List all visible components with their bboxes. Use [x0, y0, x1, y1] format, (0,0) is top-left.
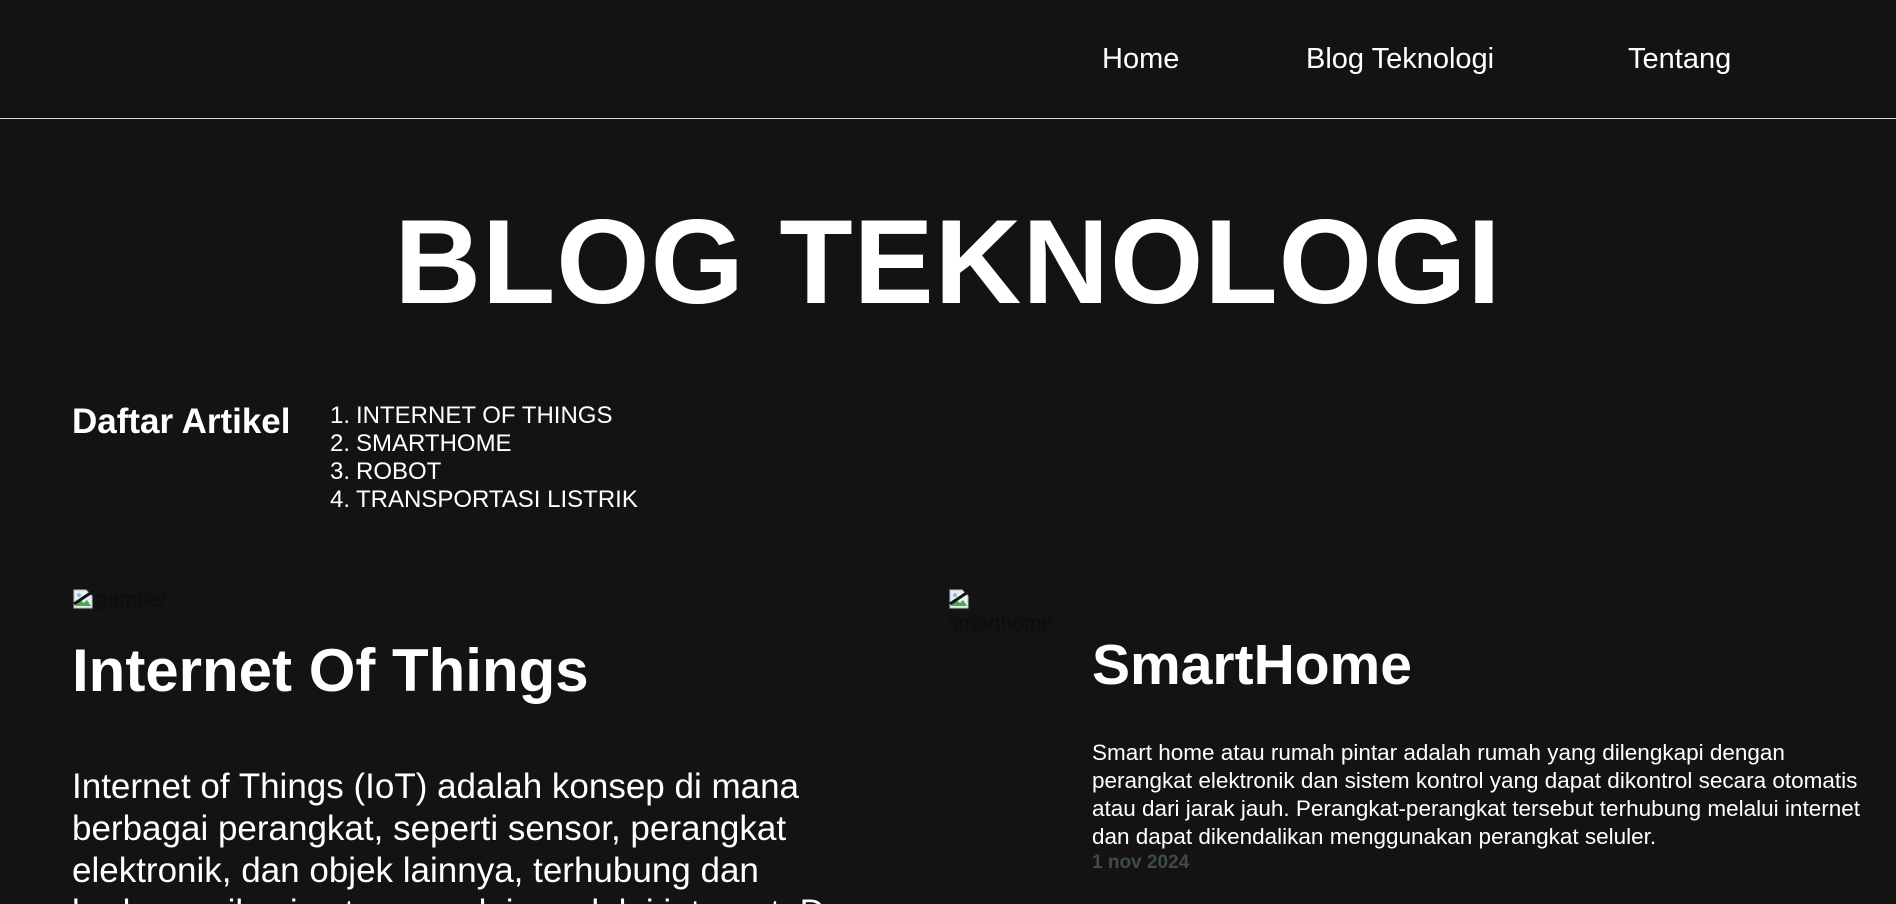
article-list: 1. INTERNET OF THINGS 2. SMARTHOME 3. ROBOT… [330, 402, 638, 514]
image-alt-text: smarthome [948, 612, 1054, 635]
list-item-number: 3. [330, 458, 351, 485]
list-item-label: TRANSPORTASI LISTRIK [356, 486, 638, 513]
list-item-number: 1. [330, 402, 351, 429]
article-image-smarthome: smarthome [948, 588, 1068, 636]
list-item-label: INTERNET OF THINGS [356, 402, 613, 429]
list-item-number: 2. [330, 430, 351, 457]
article-title-smarthome: SmartHome [1092, 633, 1412, 697]
page-title: BLOG TEKNOLOGI [394, 195, 1502, 329]
article-list-item-robot[interactable]: 3. ROBOT [330, 458, 638, 486]
article-body-smarthome: Smart home atau rumah pintar adalah ruma… [1092, 740, 1860, 849]
article-list-heading: Daftar Artikel [72, 402, 291, 441]
article-image-iot: gambar [72, 588, 167, 612]
image-alt-text: gambar [96, 588, 168, 611]
article-date: 1 nov 2024 [1092, 852, 1190, 873]
article-body-internet-of-things: Internet of Things (IoT) adalah konsep d… [72, 767, 825, 904]
list-item-number: 4. [330, 486, 351, 513]
broken-image-icon [949, 589, 969, 609]
page: Home Blog Teknologi Tentang BLOG TEKNOLO… [0, 0, 1896, 904]
article-title-internet-of-things: Internet Of Things [72, 637, 589, 704]
article-list-item-transportasi-listrik[interactable]: 4. TRANSPORTASI LISTRIK [330, 486, 638, 514]
article-list-item-internet-of-things[interactable]: 1. INTERNET OF THINGS [330, 402, 638, 430]
article-list-item-smarthome[interactable]: 2. SMARTHOME [330, 430, 638, 458]
nav-link-blog-teknologi[interactable]: Blog Teknologi [1306, 41, 1494, 77]
list-item-label: ROBOT [356, 458, 442, 485]
nav-link-tentang[interactable]: Tentang [1628, 41, 1731, 77]
top-navigation: Home Blog Teknologi Tentang [0, 0, 1896, 119]
nav-link-home[interactable]: Home [1102, 41, 1179, 77]
broken-image-icon [73, 589, 93, 609]
list-item-label: SMARTHOME [356, 430, 512, 457]
